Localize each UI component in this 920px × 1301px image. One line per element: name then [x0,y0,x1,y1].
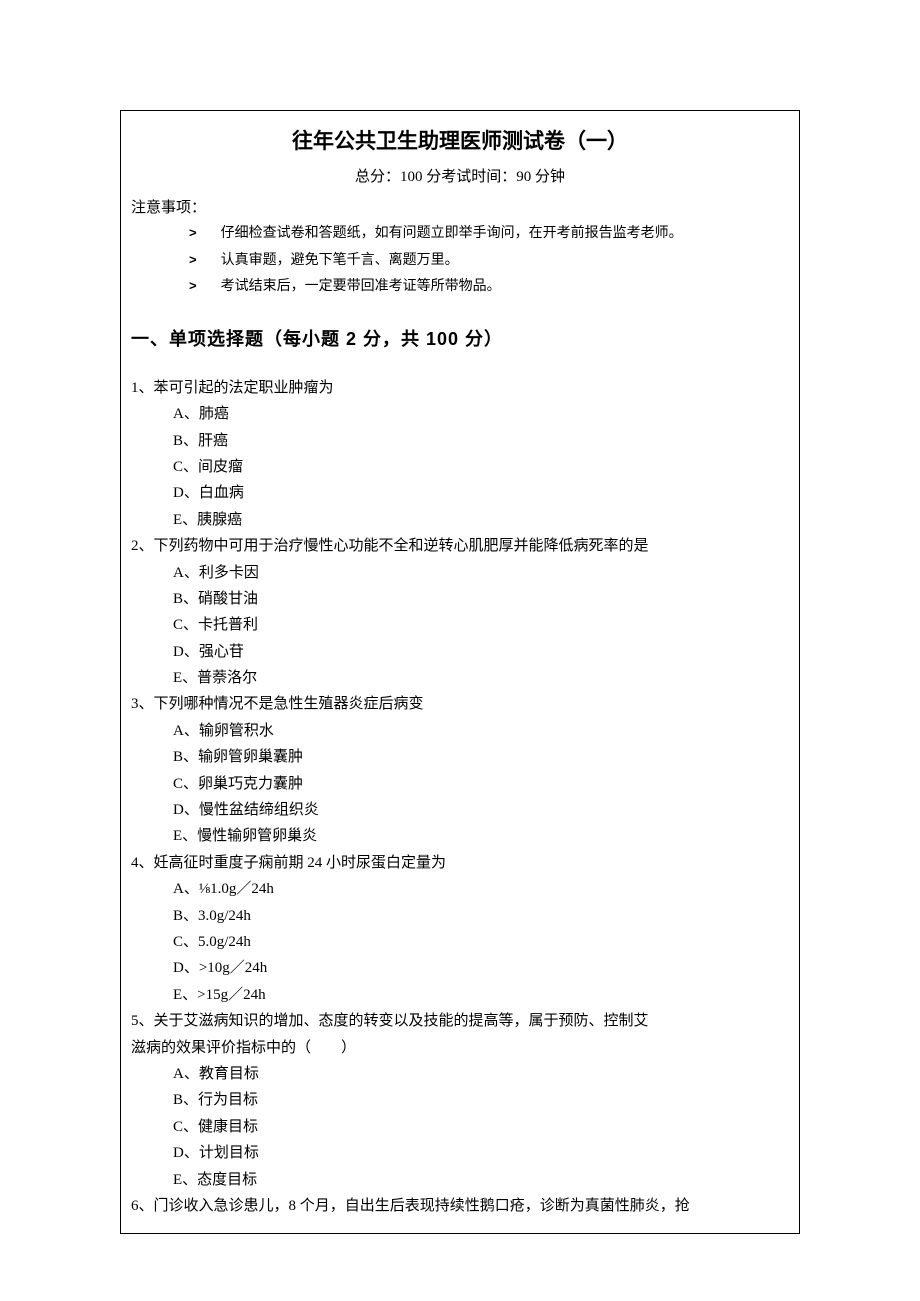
question-option: B、肝癌 [173,428,789,454]
notice-item: > 认真审题，避免下笔千言、离题万里。 [189,248,789,275]
chevron-icon: > [189,274,197,299]
question-option: E、态度目标 [173,1167,789,1193]
section-heading: 一、单项选择题（每小题 2 分，共 100 分） [131,325,789,351]
question-option: B、硝酸甘油 [173,586,789,612]
question-option: D、强心苷 [173,639,789,665]
page-frame: 往年公共卫生助理医师测试卷（一） 总分：100 分考试时间：90 分钟 注意事项… [120,110,800,1234]
question-stem: 1、苯可引起的法定职业肿瘤为 [131,375,789,401]
question-option: B、3.0g/24h [173,903,789,929]
question-option: A、肺癌 [173,401,789,427]
exam-subtitle: 总分：100 分考试时间：90 分钟 [131,165,789,186]
question-option: B、行为目标 [173,1087,789,1113]
question-option: C、卵巢巧克力囊肿 [173,771,789,797]
question-option: D、白血病 [173,480,789,506]
question-option: A、教育目标 [173,1061,789,1087]
question-stem-cont: 滋病的效果评价指标中的（ ） [131,1035,789,1061]
question-option: E、>15g／24h [173,982,789,1008]
question-option: A、利多卡因 [173,560,789,586]
question-option: D、>10g／24h [173,955,789,981]
question-option: C、卡托普利 [173,612,789,638]
notice-label: 注意事项： [131,196,789,217]
question-option: D、慢性盆结缔组织炎 [173,797,789,823]
notice-item: > 仔细检查试卷和答题纸，如有问题立即举手询问，在开考前报告监考老师。 [189,221,789,248]
question-option: B、输卵管卵巢囊肿 [173,744,789,770]
chevron-icon: > [189,248,197,273]
notice-list: > 仔细检查试卷和答题纸，如有问题立即举手询问，在开考前报告监考老师。 > 认真… [189,221,789,301]
question-option: E、普萘洛尔 [173,665,789,691]
question-option: C、健康目标 [173,1114,789,1140]
question-stem: 2、下列药物中可用于治疗慢性心功能不全和逆转心肌肥厚并能降低病死率的是 [131,533,789,559]
questions-container: 1、苯可引起的法定职业肿瘤为 A、肺癌 B、肝癌 C、间皮瘤 D、白血病 E、胰… [131,375,789,1220]
question-option: D、计划目标 [173,1140,789,1166]
question-option: C、5.0g/24h [173,929,789,955]
question-stem: 6、门诊收入急诊患儿，8 个月，自出生后表现持续性鹅口疮，诊断为真菌性肺炎，抢 [131,1193,789,1219]
notice-text: 考试结束后，一定要带回准考证等所带物品。 [221,274,501,301]
question-option: C、间皮瘤 [173,454,789,480]
notice-text: 认真审题，避免下笔千言、离题万里。 [221,248,459,275]
notice-item: > 考试结束后，一定要带回准考证等所带物品。 [189,274,789,301]
question-stem: 4、妊高征时重度子痫前期 24 小时尿蛋白定量为 [131,850,789,876]
question-stem: 3、下列哪种情况不是急性生殖器炎症后病变 [131,691,789,717]
question-option: A、⅛1.0g／24h [173,876,789,902]
question-option: A、输卵管积水 [173,718,789,744]
question-option: E、慢性输卵管卵巢炎 [173,823,789,849]
question-stem: 5、关于艾滋病知识的增加、态度的转变以及技能的提高等，属于预防、控制艾 [131,1008,789,1034]
exam-title: 往年公共卫生助理医师测试卷（一） [131,125,789,155]
chevron-icon: > [189,221,197,246]
notice-text: 仔细检查试卷和答题纸，如有问题立即举手询问，在开考前报告监考老师。 [221,221,683,248]
question-option: E、胰腺癌 [173,507,789,533]
